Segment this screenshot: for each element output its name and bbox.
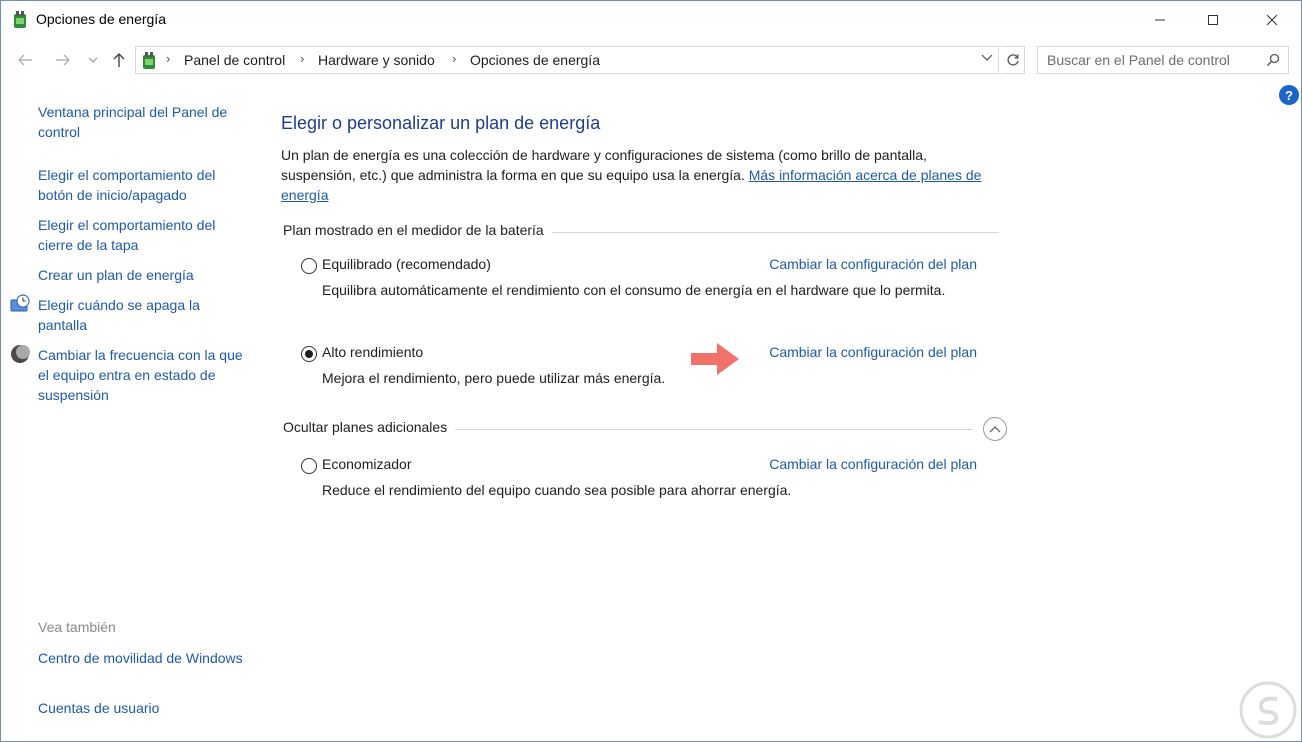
radio-balanced[interactable] xyxy=(301,258,317,274)
power-options-icon xyxy=(14,11,26,28)
maximize-button[interactable] xyxy=(1190,1,1236,39)
radio-power-saver[interactable] xyxy=(301,458,317,474)
sidebar-item-sleep-frequency[interactable]: Cambiar la frecuencia con la que el equi… xyxy=(38,345,248,405)
search-input[interactable]: Buscar en el Panel de control xyxy=(1037,46,1289,74)
close-button[interactable] xyxy=(1249,1,1295,39)
moon-icon xyxy=(11,345,30,363)
up-button[interactable] xyxy=(107,49,131,71)
change-plan-settings-link[interactable]: Cambiar la configuración del plan xyxy=(769,456,977,472)
additional-plans-section-title[interactable]: Ocultar planes adicionales xyxy=(283,419,456,435)
plan-description: Equilibra automáticamente el rendimiento… xyxy=(322,282,946,298)
navigation-bar: › Panel de control › Hardware y sonido ›… xyxy=(1,43,1301,77)
sidebar-item-lid-behavior[interactable]: Elegir el comportamiento del cierre de l… xyxy=(38,215,248,255)
window-title: Opciones de energía xyxy=(36,11,166,27)
page-description: Un plan de energía es una colección de h… xyxy=(281,145,1001,205)
sidebar-item-create-power-plan[interactable]: Crear un plan de energía xyxy=(38,265,248,285)
maximize-icon xyxy=(1208,15,1218,25)
additional-plans-section: Ocultar planes adicionales xyxy=(283,417,1007,441)
arrow-up-icon xyxy=(113,53,125,67)
battery-meter-section: Plan mostrado en el medidor de la baterí… xyxy=(283,222,999,242)
plan-name[interactable]: Equilibrado (recomendado) xyxy=(322,256,491,272)
chevron-up-icon xyxy=(989,426,1001,433)
breadcrumb-control-panel[interactable]: Panel de control xyxy=(184,52,285,68)
minimize-icon xyxy=(1155,19,1165,21)
recent-locations-button[interactable] xyxy=(85,49,101,71)
plan-name[interactable]: Alto rendimiento xyxy=(322,344,423,360)
page-title: Elegir o personalizar un plan de energía xyxy=(281,113,601,133)
see-also-mobility-center[interactable]: Centro de movilidad de Windows xyxy=(38,648,248,668)
close-icon xyxy=(1266,14,1278,26)
breadcrumb-power-options[interactable]: Opciones de energía xyxy=(470,52,600,68)
plan-description: Reduce el rendimiento del equipo cuando … xyxy=(322,482,792,498)
change-plan-settings-link[interactable]: Cambiar la configuración del plan xyxy=(769,256,977,272)
forward-button[interactable] xyxy=(51,49,75,71)
see-also-heading: Vea también xyxy=(38,619,116,635)
plan-description: Mejora el rendimiento, pero puede utiliz… xyxy=(322,370,666,386)
watermark-logo-icon xyxy=(1239,681,1297,739)
title-bar: Opciones de energía xyxy=(1,1,1301,39)
battery-meter-section-title: Plan mostrado en el medidor de la baterí… xyxy=(283,222,552,238)
sidebar-item-control-panel-home[interactable]: Ventana principal del Panel de control xyxy=(38,102,248,142)
annotation-arrow-icon xyxy=(691,343,739,375)
search-icon[interactable] xyxy=(1266,53,1280,67)
arrow-right-icon xyxy=(56,54,70,66)
chevron-down-icon xyxy=(981,54,993,61)
arrow-left-icon xyxy=(18,54,32,66)
change-plan-settings-link[interactable]: Cambiar la configuración del plan xyxy=(769,344,977,360)
display-clock-icon xyxy=(10,294,30,312)
breadcrumb-hardware-sound[interactable]: Hardware y sonido xyxy=(318,52,435,68)
power-options-icon xyxy=(143,52,155,69)
sidebar-item-power-button-behavior[interactable]: Elegir el comportamiento del botón de in… xyxy=(38,165,248,205)
minimize-button[interactable] xyxy=(1137,1,1183,39)
see-also-user-accounts[interactable]: Cuentas de usuario xyxy=(38,698,248,718)
address-bar[interactable]: › Panel de control › Hardware y sonido ›… xyxy=(135,46,999,74)
sidebar-item-display-off-time[interactable]: Elegir cuándo se apaga la pantalla xyxy=(38,295,248,335)
search-placeholder: Buscar en el Panel de control xyxy=(1047,52,1230,68)
radio-high-performance[interactable] xyxy=(301,346,317,362)
left-task-pane: Ventana principal del Panel de control E… xyxy=(1,91,251,731)
refresh-icon xyxy=(1006,54,1019,66)
refresh-button[interactable] xyxy=(1001,46,1025,74)
power-options-window: Opciones de energía › Panel de control ›… xyxy=(0,0,1302,742)
plan-name[interactable]: Economizador xyxy=(322,456,412,472)
chevron-down-icon xyxy=(88,57,98,63)
help-icon[interactable]: ? xyxy=(1279,85,1299,105)
breadcrumb-separator[interactable]: › xyxy=(300,51,304,66)
breadcrumb-separator[interactable]: › xyxy=(166,51,170,66)
address-dropdown-button[interactable] xyxy=(980,53,994,67)
back-button[interactable] xyxy=(13,49,37,71)
collapse-additional-plans-button[interactable] xyxy=(983,417,1007,441)
breadcrumb-separator[interactable]: › xyxy=(452,51,456,66)
